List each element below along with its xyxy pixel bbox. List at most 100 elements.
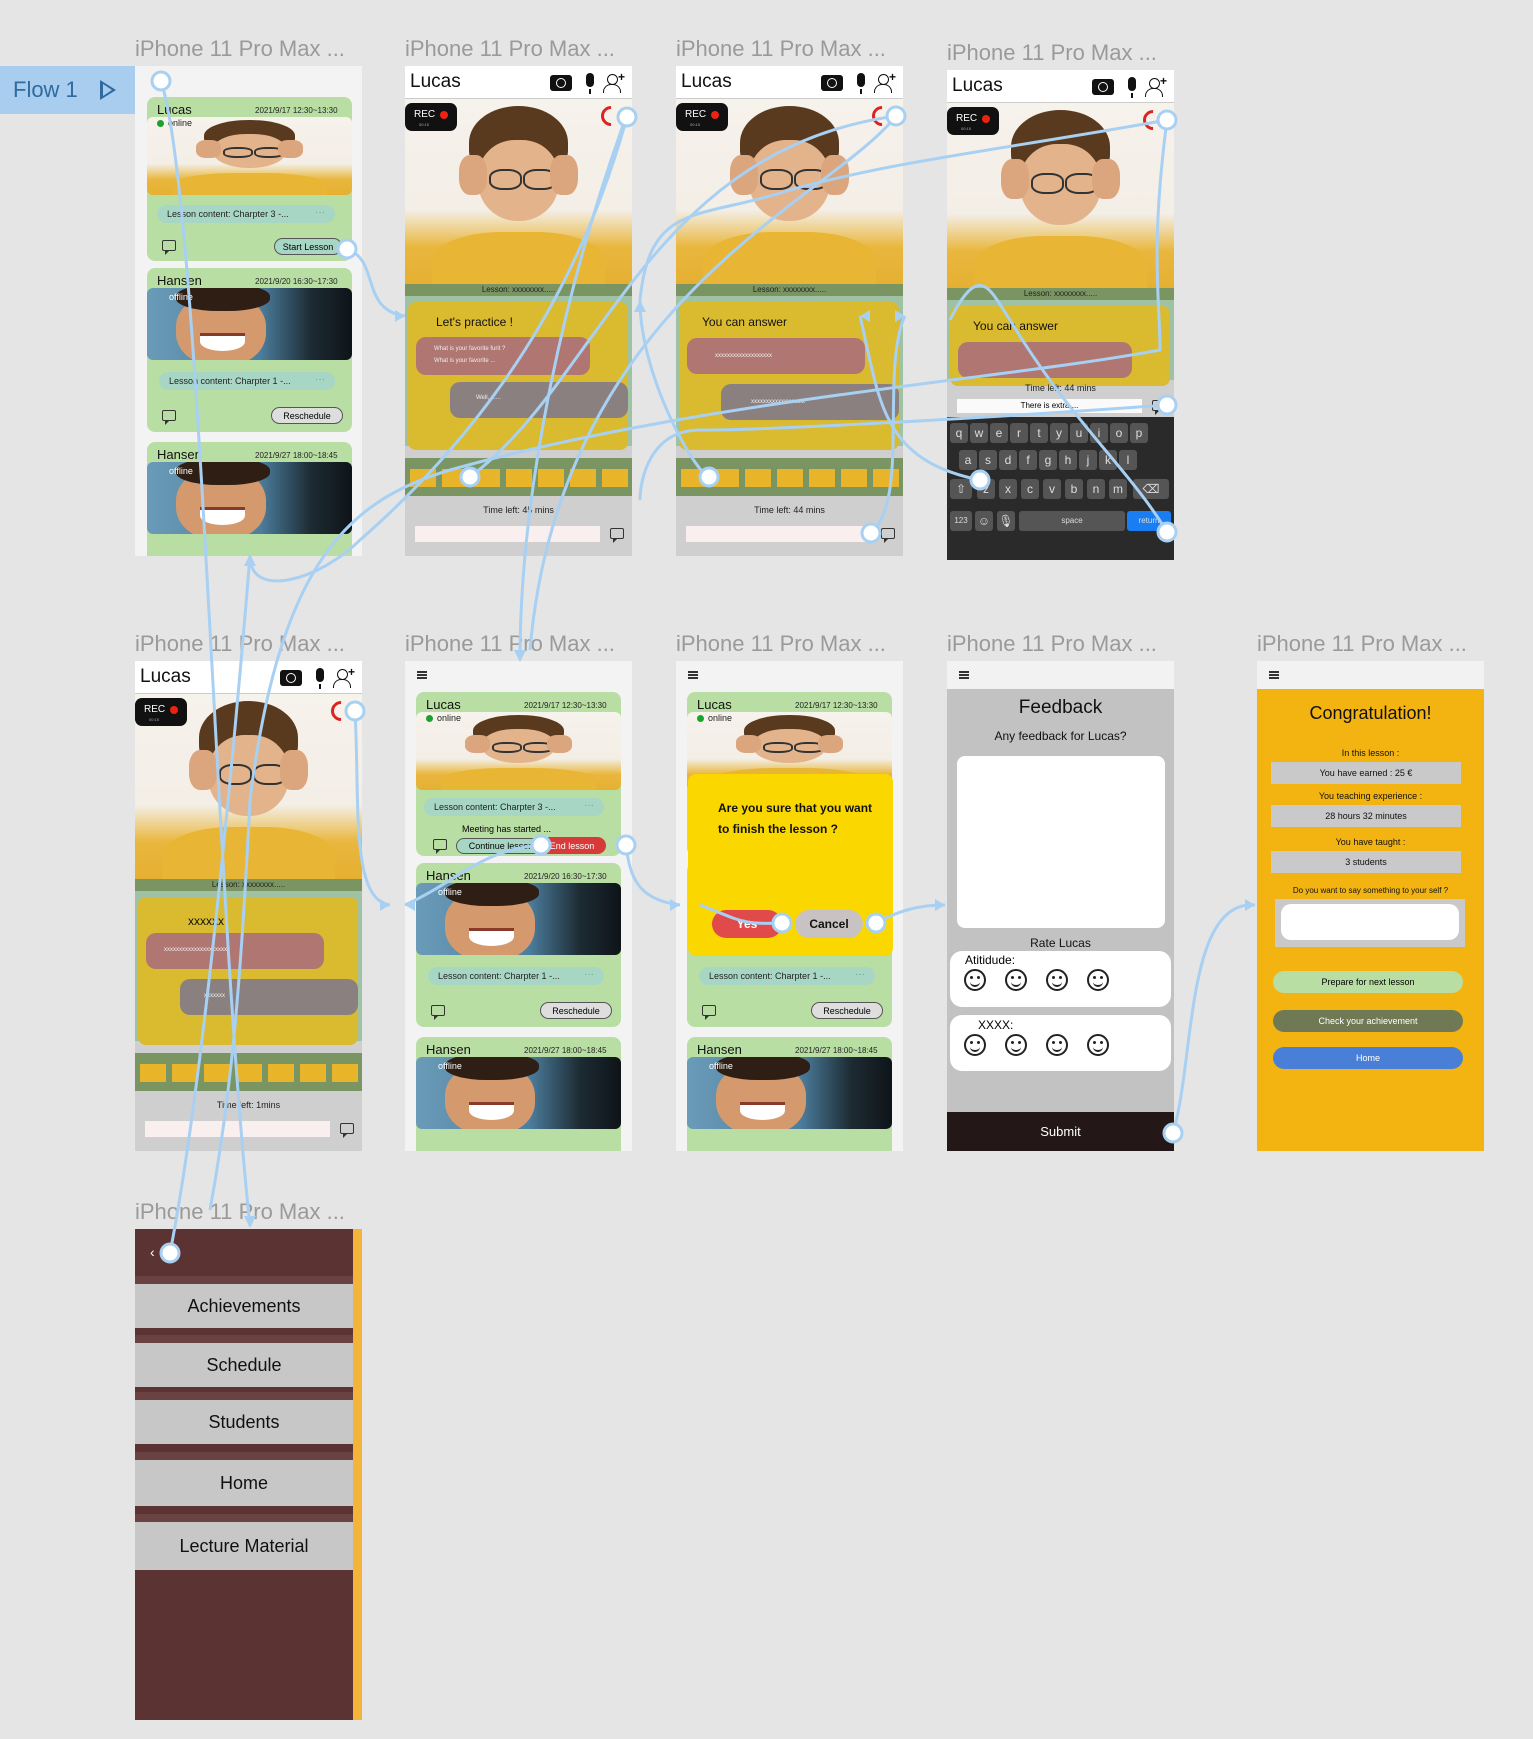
- microphone-icon[interactable]: [586, 73, 594, 94]
- smiley-icon[interactable]: [964, 1034, 986, 1056]
- media-strip[interactable]: [135, 1053, 362, 1091]
- key-j[interactable]: j: [1079, 450, 1097, 470]
- smiley-icon[interactable]: [1046, 1034, 1068, 1056]
- key-n[interactable]: n: [1087, 479, 1105, 499]
- chat-input[interactable]: There is extra ...: [957, 399, 1142, 413]
- reschedule-button[interactable]: Reschedule: [540, 1002, 612, 1019]
- key-t[interactable]: t: [1030, 423, 1048, 443]
- key-v[interactable]: v: [1043, 479, 1061, 499]
- yes-button[interactable]: Yes: [712, 910, 782, 938]
- key-k[interactable]: k: [1099, 450, 1117, 470]
- hamburger-icon[interactable]: [417, 671, 427, 673]
- lesson-card-hansen[interactable]: Hansen 2021/9/27 18:00~18:45 offline: [687, 1037, 892, 1151]
- chat-icon[interactable]: [162, 410, 176, 425]
- add-user-icon[interactable]: +: [874, 70, 896, 93]
- add-user-icon[interactable]: +: [603, 70, 625, 93]
- key-l[interactable]: l: [1119, 450, 1137, 470]
- chat-icon[interactable]: [702, 1005, 716, 1020]
- rec-indicator[interactable]: REC 00:15: [135, 698, 187, 726]
- key-b[interactable]: b: [1065, 479, 1083, 499]
- key-i[interactable]: i: [1090, 423, 1108, 443]
- key-a[interactable]: a: [959, 450, 977, 470]
- menu-item-home[interactable]: Home: [135, 1452, 353, 1506]
- microphone-icon[interactable]: [857, 73, 865, 94]
- microphone-icon[interactable]: [316, 668, 324, 689]
- key-z[interactable]: z: [977, 479, 995, 499]
- prepare-next-lesson-button[interactable]: Prepare for next lesson: [1273, 971, 1463, 993]
- hamburger-icon[interactable]: [688, 671, 698, 673]
- key-h[interactable]: h: [1059, 450, 1077, 470]
- key-c[interactable]: c: [1021, 479, 1039, 499]
- rec-indicator[interactable]: REC 00:15: [947, 107, 999, 135]
- lesson-card-hansen[interactable]: Hansen 2021/9/20 16:30~17:30 offline Les…: [147, 268, 352, 432]
- key-e[interactable]: e: [990, 423, 1008, 443]
- play-icon[interactable]: [99, 80, 116, 100]
- lesson-content-pill[interactable]: Lesson content: Charpter 3 -... ···: [157, 205, 335, 223]
- end-lesson-button[interactable]: End lesson: [538, 837, 606, 854]
- home-button[interactable]: Home: [1273, 1047, 1463, 1069]
- key-numbers[interactable]: 123: [950, 511, 972, 531]
- submit-button[interactable]: Submit: [947, 1112, 1174, 1151]
- lesson-card-hansen[interactable]: Hansen 2021/9/27 18:00~18:45 offline: [416, 1037, 621, 1151]
- key-r[interactable]: r: [1010, 423, 1028, 443]
- lesson-card-lucas[interactable]: Lucas 2021/9/17 12:30~13:30 online Lesso…: [147, 97, 352, 261]
- lesson-card-hansen[interactable]: Hansen 2021/9/20 16:30~17:30 offline Les…: [416, 863, 621, 1027]
- key-m[interactable]: m: [1109, 479, 1127, 499]
- lesson-content-pill[interactable]: Lesson content: Charpter 3 -... ···: [424, 798, 604, 816]
- add-user-icon[interactable]: +: [333, 665, 355, 688]
- self-note-input[interactable]: [1281, 904, 1459, 940]
- menu-item-schedule[interactable]: Schedule: [135, 1335, 353, 1387]
- lesson-content-pill[interactable]: Lesson content: Charpter 1 -... ···: [159, 372, 335, 390]
- reschedule-button[interactable]: Reschedule: [811, 1002, 883, 1019]
- media-strip[interactable]: [676, 458, 903, 496]
- feedback-textarea[interactable]: [957, 756, 1165, 928]
- key-o[interactable]: o: [1110, 423, 1128, 443]
- lesson-card-hansen[interactable]: Hansen 2021/9/27 18:00~18:45 offline: [147, 442, 352, 556]
- rec-indicator[interactable]: REC 00:15: [405, 103, 457, 131]
- menu-item-lecture-material[interactable]: Lecture Material: [135, 1514, 353, 1570]
- chat-input[interactable]: [415, 526, 600, 542]
- smiley-icon[interactable]: [964, 969, 986, 991]
- camera-icon[interactable]: [550, 75, 572, 91]
- chat-icon[interactable]: [610, 528, 624, 543]
- smiley-icon[interactable]: [1087, 969, 1109, 991]
- camera-icon[interactable]: [280, 670, 302, 686]
- smiley-icon[interactable]: [1005, 969, 1027, 991]
- key-q[interactable]: q: [950, 423, 968, 443]
- chat-icon[interactable]: [1152, 400, 1166, 415]
- key-d[interactable]: d: [999, 450, 1017, 470]
- key-u[interactable]: u: [1070, 423, 1088, 443]
- microphone-icon[interactable]: [1128, 77, 1136, 98]
- chat-icon[interactable]: [433, 839, 447, 854]
- smiley-icon[interactable]: [1087, 1034, 1109, 1056]
- chat-input[interactable]: [686, 526, 871, 542]
- key-w[interactable]: w: [970, 423, 988, 443]
- lesson-content-pill[interactable]: Lesson content: Charpter 1 -... ···: [428, 967, 604, 985]
- chat-icon[interactable]: [881, 528, 895, 543]
- chat-icon[interactable]: [340, 1123, 354, 1138]
- key-x[interactable]: x: [999, 479, 1017, 499]
- camera-icon[interactable]: [1092, 79, 1114, 95]
- key-p[interactable]: p: [1130, 423, 1148, 443]
- key-return[interactable]: return: [1127, 511, 1171, 531]
- chat-icon[interactable]: [162, 240, 176, 255]
- chat-icon[interactable]: [431, 1005, 445, 1020]
- answer-input-bubble[interactable]: xxxxxxxxxxxxxxxxxxx: [687, 338, 865, 374]
- hamburger-icon[interactable]: [959, 671, 969, 673]
- continue-lesson-button[interactable]: Continue lesson: [456, 838, 546, 854]
- shift-key-icon[interactable]: ⇧: [950, 479, 972, 499]
- hamburger-icon[interactable]: [1269, 671, 1279, 673]
- chat-input[interactable]: [145, 1121, 330, 1137]
- media-strip[interactable]: [405, 458, 632, 496]
- lesson-card-lucas[interactable]: Lucas 2021/9/17 12:30~13:30 online Lesso…: [416, 692, 621, 856]
- camera-icon[interactable]: [821, 75, 843, 91]
- key-f[interactable]: f: [1019, 450, 1037, 470]
- menu-item-students[interactable]: Students: [135, 1392, 353, 1444]
- emoji-key-icon[interactable]: ☺: [975, 511, 993, 531]
- flow-1-tag[interactable]: Flow 1: [0, 66, 135, 114]
- dictation-key-icon[interactable]: 🎙: [997, 511, 1015, 531]
- keyboard[interactable]: q w e r t y u i o p a s d f g h j k l z x c v b n m ⇧ ⌫ 123 ☺ 🎙 spa…: [947, 417, 1174, 560]
- backspace-key-icon[interactable]: ⌫: [1133, 479, 1169, 499]
- key-s[interactable]: s: [979, 450, 997, 470]
- smiley-icon[interactable]: [1005, 1034, 1027, 1056]
